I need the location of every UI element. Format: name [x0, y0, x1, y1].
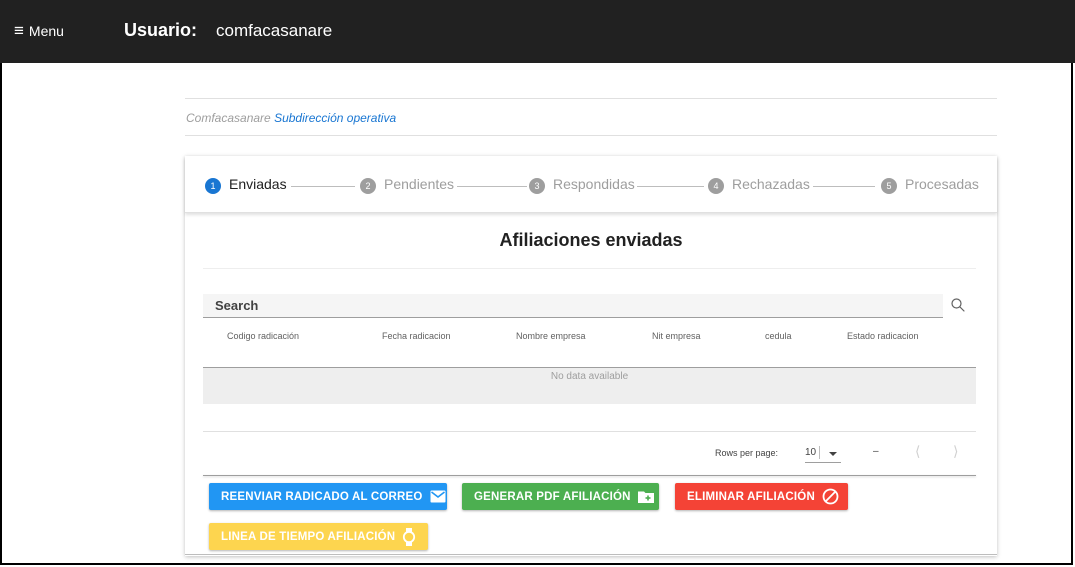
breadcrumb-top-divider: [185, 98, 997, 99]
step-label: Respondidas: [553, 176, 635, 192]
step-number: 2: [360, 178, 376, 194]
step-connector: [291, 186, 355, 187]
stepper: 1 Enviadas 2 Pendientes 3 Respondidas 4 …: [185, 156, 997, 213]
delete-affiliation-button[interactable]: ELIMINAR AFILIACIÓN: [675, 483, 848, 510]
column-header-estado[interactable]: Estado radicacion: [847, 331, 919, 341]
step-rechazadas[interactable]: 4 Rechazadas: [708, 174, 810, 194]
column-header-codigo[interactable]: Codigo radicación: [227, 331, 299, 341]
column-header-nombre[interactable]: Nombre empresa: [516, 331, 586, 341]
step-label: Enviadas: [229, 176, 287, 192]
timeline-button[interactable]: LINEA DE TIEMPO AFILIACIÓN: [209, 523, 428, 550]
step-label: Procesadas: [905, 176, 979, 192]
resend-email-button[interactable]: REENVIAR RADICADO AL CORREO: [209, 483, 447, 510]
step-procesadas[interactable]: 5 Procesadas: [881, 174, 979, 194]
breadcrumb-root: Comfacasanare: [186, 111, 271, 125]
step-number: 1: [205, 178, 221, 194]
card-bottom-border: [185, 554, 997, 555]
folder-plus-icon: [637, 490, 654, 503]
step-number: 4: [708, 178, 724, 194]
step-enviadas[interactable]: 1 Enviadas: [205, 174, 287, 194]
rows-per-page-select[interactable]: 10: [805, 444, 841, 463]
generate-pdf-label: GENERAR PDF AFILIACIÓN: [474, 490, 631, 503]
menu-button[interactable]: ≡ Menu: [14, 22, 64, 39]
user-label: Usuario:: [124, 20, 198, 40]
rows-per-page-label: Rows per page:: [715, 448, 779, 458]
mail-icon: [430, 490, 446, 503]
top-app-bar: ≡ Menu Usuario: comfacasanare: [0, 0, 1075, 63]
timeline-label: LINEA DE TIEMPO AFILIACIÓN: [221, 530, 396, 543]
table-footer-divider: [203, 431, 976, 432]
select-separator: [819, 446, 820, 459]
table-bottom-border: [203, 475, 976, 476]
step-number: 5: [881, 178, 897, 194]
main-card: 1 Enviadas 2 Pendientes 3 Respondidas 4 …: [185, 156, 997, 556]
delete-affiliation-label: ELIMINAR AFILIACIÓN: [687, 490, 815, 503]
empty-state: No data available: [203, 368, 976, 404]
step-connector: [457, 186, 527, 187]
step-connector: [637, 186, 704, 187]
column-header-cedula[interactable]: cedula: [765, 331, 792, 341]
block-icon: [822, 488, 839, 505]
step-connector: [813, 186, 875, 187]
chevron-down-icon: [829, 452, 837, 456]
watch-icon: [402, 527, 416, 546]
title-divider: [203, 268, 976, 269]
chevron-left-icon[interactable]: ⟨: [915, 443, 920, 460]
breadcrumb-bottom-divider: [185, 135, 997, 136]
step-pendientes[interactable]: 2 Pendientes: [360, 174, 454, 194]
breadcrumb: Comfacasanare Subdirección operativa: [186, 111, 396, 125]
page-range: –: [873, 446, 879, 457]
column-header-nit[interactable]: Nit empresa: [652, 331, 701, 341]
breadcrumb-current-link[interactable]: Subdirección operativa: [274, 111, 396, 125]
section-title: Afiliaciones enviadas: [499, 230, 683, 250]
generate-pdf-button[interactable]: GENERAR PDF AFILIACIÓN: [462, 483, 659, 510]
step-number: 3: [529, 178, 545, 194]
menu-icon: ≡: [14, 21, 24, 40]
menu-label: Menu: [28, 22, 64, 39]
column-header-fecha[interactable]: Fecha radicacion: [382, 331, 451, 341]
step-label: Rechazadas: [732, 176, 810, 192]
step-label: Pendientes: [384, 176, 455, 192]
chevron-right-icon[interactable]: ⟩: [953, 443, 958, 460]
resend-email-label: REENVIAR RADICADO AL CORREO: [221, 490, 423, 503]
search-icon[interactable]: [949, 296, 967, 314]
search-input[interactable]: Search: [203, 294, 943, 318]
step-respondidas[interactable]: 3 Respondidas: [529, 174, 635, 194]
rows-per-page-value: 10: [805, 447, 817, 458]
user-name: comfacasanare: [216, 21, 333, 40]
